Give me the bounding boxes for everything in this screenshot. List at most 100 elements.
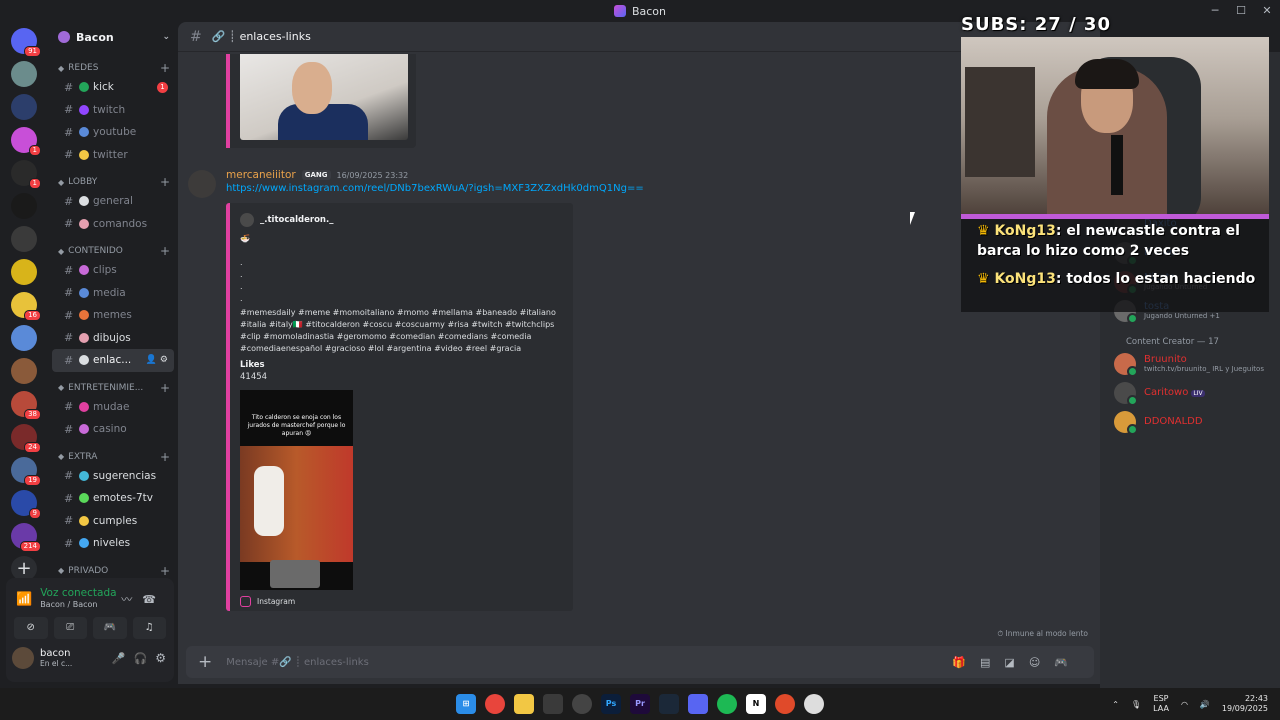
add-channel-icon[interactable]: +: [160, 564, 170, 578]
deafen-icon[interactable]: 🎧: [134, 652, 156, 665]
channel-item[interactable]: # dibujos: [52, 327, 174, 350]
gift-icon[interactable]: 🎁: [952, 656, 980, 669]
channel-tools: 👤 ⚙: [146, 355, 168, 365]
windows-start-icon[interactable]: ⊞: [456, 694, 476, 714]
gear-icon[interactable]: ⚙: [155, 651, 166, 665]
server-icon[interactable]: [11, 193, 37, 219]
add-channel-icon[interactable]: +: [160, 61, 170, 75]
notion-icon[interactable]: N: [746, 694, 766, 714]
server-icon[interactable]: 38: [11, 391, 41, 420]
noise-suppression-icon[interactable]: 〰: [121, 593, 142, 606]
volume-icon[interactable]: 🔊: [1200, 700, 1210, 709]
add-channel-icon[interactable]: +: [160, 381, 170, 395]
spotify-icon[interactable]: [717, 694, 737, 714]
apps-icon[interactable]: 🎮: [1054, 656, 1082, 669]
language-indicator[interactable]: ESP LAA: [1153, 694, 1169, 714]
hash-icon: #: [64, 217, 74, 231]
channel-item[interactable]: # kick 1: [52, 76, 174, 99]
member-item[interactable]: Caritowo LIV: [1100, 378, 1280, 407]
channel-item[interactable]: # mudae: [52, 396, 174, 419]
channel-item[interactable]: # youtube: [52, 121, 174, 144]
channel-item[interactable]: # sugerencias: [52, 465, 174, 488]
member-item[interactable]: Bruunito twitch.tv/bruunito_ IRL y Juegui…: [1100, 349, 1280, 378]
video-thumbnail[interactable]: [240, 54, 408, 140]
disconnect-icon[interactable]: ☎: [142, 593, 166, 606]
sticker-icon[interactable]: ◪: [1004, 656, 1028, 669]
invite-icon[interactable]: 👤: [146, 355, 157, 365]
server-icon-bacon[interactable]: 1: [11, 127, 41, 156]
add-channel-icon[interactable]: +: [160, 244, 170, 258]
microphone-icon[interactable]: 🎙: [1131, 700, 1141, 709]
server-icon[interactable]: [11, 325, 37, 351]
channel-item[interactable]: # cumples: [52, 510, 174, 533]
channel-category[interactable]: ◆ ENTRETENIMIE... +: [48, 380, 178, 396]
embed-author-name[interactable]: _.titocalderon._: [260, 215, 333, 225]
activity-button[interactable]: 🎮: [93, 617, 127, 639]
voice-status[interactable]: Voz conectada: [40, 587, 116, 599]
channel-item[interactable]: # memes: [52, 304, 174, 327]
steam-icon[interactable]: [659, 694, 679, 714]
embed-video[interactable]: Tito calderon se enoja con los jurados d…: [240, 390, 353, 590]
message-input[interactable]: Mensaje #🔗 ┊ enlaces-links: [226, 657, 952, 668]
guild-tag[interactable]: GANG: [301, 170, 331, 180]
channel-item[interactable]: # enlac... 👤 ⚙: [52, 349, 174, 372]
emoji-icon[interactable]: ☺: [1029, 656, 1054, 669]
channel-category[interactable]: ◆ PRIVADO +: [48, 563, 178, 578]
member-item[interactable]: DDONALDD: [1100, 407, 1280, 436]
server-icon[interactable]: 9: [11, 490, 41, 519]
server-icon[interactable]: [11, 259, 37, 285]
server-folder-icon[interactable]: 214: [11, 523, 41, 552]
message-link[interactable]: https://www.instagram.com/reel/DNb7bexRW…: [226, 183, 644, 194]
soundboard-button[interactable]: ♫: [132, 617, 166, 639]
mic-muted-icon[interactable]: 🎤: [112, 652, 134, 665]
chrome-icon[interactable]: [485, 694, 505, 714]
camera-off-button[interactable]: ⊘: [14, 617, 48, 639]
channel-item[interactable]: # twitch: [52, 99, 174, 122]
server-icon[interactable]: [11, 226, 37, 252]
server-icon[interactable]: 19: [11, 457, 41, 486]
channel-category[interactable]: ◆ LOBBY +: [48, 174, 178, 190]
message-author[interactable]: mercaneiiitor: [226, 169, 296, 181]
guild-header[interactable]: Bacon ⌄: [48, 22, 178, 52]
channel-category[interactable]: ◆ REDES +: [48, 60, 178, 76]
avatar[interactable]: [12, 647, 34, 669]
obs-icon[interactable]: [572, 694, 592, 714]
app-icon[interactable]: [775, 694, 795, 714]
avatar[interactable]: [188, 170, 216, 198]
gear-icon[interactable]: ⚙: [160, 355, 168, 365]
attach-button[interactable]: +: [198, 652, 212, 672]
premiere-icon[interactable]: Pr: [630, 694, 650, 714]
channel-category[interactable]: ◆ CONTENIDO +: [48, 243, 178, 259]
channel-item[interactable]: # emotes-7tv: [52, 487, 174, 510]
language-code: ESP: [1153, 694, 1169, 703]
channel-item[interactable]: # media: [52, 282, 174, 305]
gif-icon[interactable]: ▤: [980, 656, 1004, 669]
add-channel-icon[interactable]: +: [160, 450, 170, 464]
file-explorer-icon[interactable]: [514, 694, 534, 714]
settings-icon[interactable]: [804, 694, 824, 714]
chevron-up-icon[interactable]: ⌃: [1112, 700, 1119, 709]
channel-category[interactable]: ◆ EXTRA +: [48, 449, 178, 465]
server-icon[interactable]: 16: [11, 292, 41, 321]
hash-icon: #: [64, 536, 74, 550]
photoshop-icon[interactable]: Ps: [601, 694, 621, 714]
clock[interactable]: 22:43 19/09/2025: [1222, 694, 1268, 714]
server-icon[interactable]: [11, 94, 37, 120]
channel-item[interactable]: # casino: [52, 418, 174, 441]
channel-item[interactable]: # general: [52, 190, 174, 213]
voice-location[interactable]: Bacon / Bacon: [40, 599, 116, 611]
server-icon[interactable]: [11, 358, 37, 384]
screen-share-button[interactable]: ⎚: [53, 617, 87, 639]
add-channel-icon[interactable]: +: [160, 175, 170, 189]
direct-messages-icon[interactable]: 91: [11, 28, 41, 57]
channel-item[interactable]: # niveles: [52, 532, 174, 555]
server-icon[interactable]: 24: [11, 424, 41, 453]
channel-item[interactable]: # comandos: [52, 213, 174, 236]
server-icon[interactable]: [11, 61, 37, 87]
channel-item[interactable]: # clips: [52, 259, 174, 282]
wifi-icon[interactable]: ◠: [1181, 700, 1188, 709]
discord-icon[interactable]: [688, 694, 708, 714]
calculator-icon[interactable]: [543, 694, 563, 714]
channel-item[interactable]: # twitter: [52, 144, 174, 167]
server-icon[interactable]: 1: [11, 160, 41, 189]
